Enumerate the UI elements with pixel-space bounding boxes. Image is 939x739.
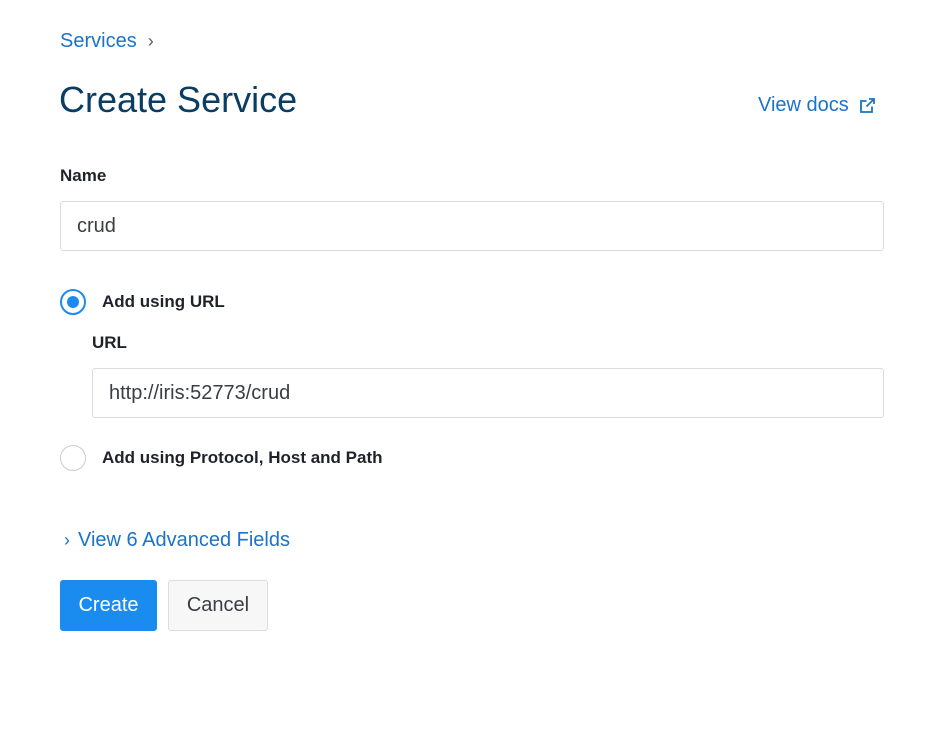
- radio-add-using-url-label: Add using URL: [102, 292, 225, 311]
- view-docs-link[interactable]: View docs: [758, 94, 876, 117]
- name-label: Name: [60, 166, 107, 185]
- radio-button-checked[interactable]: [60, 289, 86, 315]
- chevron-right-icon: ›: [64, 530, 70, 550]
- view-docs-label: View docs: [758, 94, 849, 116]
- view-advanced-fields-toggle[interactable]: › View 6 Advanced Fields: [64, 529, 290, 552]
- radio-add-using-protocol[interactable]: Add using Protocol, Host and Path: [60, 445, 383, 471]
- external-link-icon: [859, 98, 875, 113]
- breadcrumb-services-link[interactable]: Services: [60, 30, 137, 53]
- breadcrumb-separator-icon: ›: [147, 31, 154, 51]
- page-title: Create Service: [59, 79, 298, 120]
- url-input[interactable]: [92, 368, 884, 418]
- create-button[interactable]: Create: [60, 580, 157, 631]
- url-label: URL: [92, 333, 127, 352]
- name-input[interactable]: [60, 201, 884, 251]
- breadcrumb: Services ›: [60, 30, 154, 53]
- radio-button-unchecked[interactable]: [60, 445, 86, 471]
- radio-add-using-protocol-label: Add using Protocol, Host and Path: [102, 448, 383, 467]
- cancel-button[interactable]: Cancel: [168, 580, 268, 631]
- radio-add-using-url[interactable]: Add using URL: [60, 289, 225, 315]
- view-advanced-fields-label: View 6 Advanced Fields: [78, 529, 290, 551]
